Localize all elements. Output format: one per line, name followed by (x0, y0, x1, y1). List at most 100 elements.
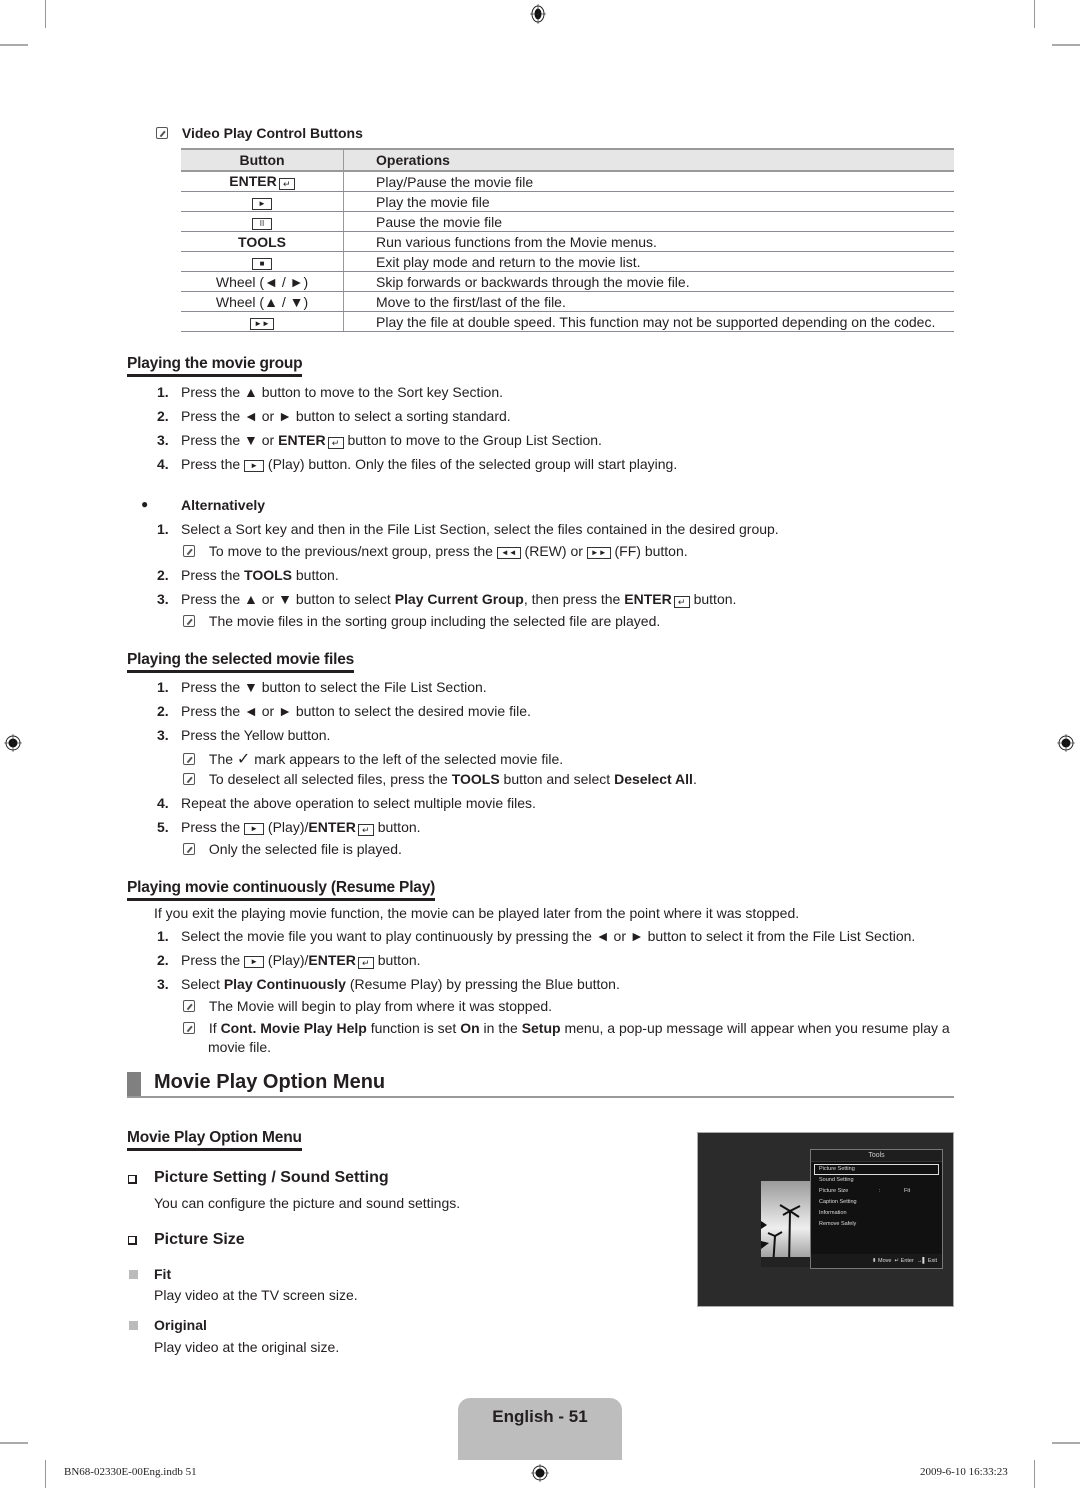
tools-menu-footer: ⬍ Move ↵ Enter →▌ Exit (811, 1254, 942, 1268)
button-label: Wheel (▲ / ▼) (215, 293, 309, 310)
alt-step-2: Press the TOOLS button. (181, 567, 339, 583)
operation-cell: Play the movie file (343, 191, 954, 212)
enter-icon: ↵ (357, 957, 374, 969)
registration-mark-icon (4, 734, 22, 752)
note-icon (156, 127, 168, 139)
operation-cell: Pause the movie file (343, 211, 954, 232)
note-icon (183, 773, 195, 785)
menu-item-picture-setting[interactable]: Picture Setting (814, 1164, 939, 1175)
group-step-4: Press the ► (Play) button. Only the file… (181, 456, 678, 472)
page-number-tab: English - 51 (458, 1398, 622, 1460)
table-row: ►► Play the file at double speed. This fu… (181, 311, 954, 332)
button-cell: II (181, 211, 344, 232)
selected-step-1: Press the ▼ button to select the File Li… (181, 679, 487, 695)
enter-icon: ↵ (357, 824, 374, 836)
item-title-picture-sound: Picture Setting / Sound Setting (154, 1169, 389, 1186)
step-number: 2. (157, 952, 169, 968)
ff-button-icon: ►► (586, 547, 611, 559)
crop-mark (1052, 1442, 1080, 1444)
square-bullet-icon (129, 1270, 138, 1279)
button-cell: TOOLS (181, 231, 344, 252)
crop-mark (1052, 44, 1080, 46)
menu-item-picture-size[interactable]: Picture Size : Fit (814, 1186, 939, 1197)
resume-note-1: The Movie will begin to play from where … (183, 998, 552, 1014)
registration-mark-icon (531, 1464, 549, 1482)
option-original-desc: Play video at the original size. (154, 1339, 340, 1355)
table-row: ■ Exit play mode and return to the movie … (181, 251, 954, 272)
operation-cell: Play/Pause the movie file (343, 171, 954, 192)
page-label: English - 51 (492, 1407, 588, 1426)
selected-note-3: Only the selected file is played. (183, 841, 402, 857)
table-row: Wheel (▲ / ▼) Move to the first/last of t… (181, 291, 954, 312)
button-cell: ENTER ↵ (181, 171, 344, 192)
button-label: Wheel (◄ / ►) (215, 273, 309, 290)
resume-step-1: Select the movie file you want to play c… (181, 928, 916, 944)
tools-menu-title: Tools (811, 1150, 942, 1162)
menu-item-caption-setting[interactable]: Caption Setting (814, 1197, 939, 1208)
remote-button-icon: ■ (252, 257, 272, 270)
bullet-icon: ● (141, 497, 149, 511)
crop-mark (1034, 1460, 1035, 1488)
button-cell: Wheel (◄ / ►) (181, 271, 344, 292)
control-buttons-table: Button Operations ENTER ↵ Play/Pause the m… (181, 148, 954, 332)
button-cell: ■ (181, 251, 344, 272)
play-button-icon: ► (244, 956, 265, 968)
note-icon (183, 753, 195, 765)
button-cell: ►► (181, 311, 344, 332)
step-number: 4. (157, 795, 169, 811)
table-row: TOOLS Run various functions from the Movi… (181, 231, 954, 252)
table-row: II Pause the movie file (181, 211, 954, 232)
option-original-label: Original (154, 1317, 207, 1333)
exit-icon: →▌ (916, 1258, 927, 1264)
step-number: 5. (157, 819, 169, 835)
option-fit-desc: Play video at the TV screen size. (154, 1287, 358, 1303)
step-number: 1. (157, 521, 169, 537)
section-title-selected-files: Playing the selected movie files (127, 651, 354, 673)
checkmark-icon: ✓ (236, 751, 251, 768)
operation-cell: Move to the first/last of the file. (343, 291, 954, 312)
step-number: 1. (157, 928, 169, 944)
tools-menu: Tools Picture Setting Sound Setting Pict… (810, 1149, 943, 1269)
enter-icon: ↵ (278, 178, 295, 190)
item-desc-picture-sound: You can configure the picture and sound … (154, 1195, 461, 1211)
crop-mark (0, 44, 28, 46)
registration-mark-icon (1057, 734, 1075, 752)
move-icon: ⬍ (871, 1258, 877, 1264)
menu-item-remove-safely[interactable]: Remove Safely (814, 1219, 939, 1230)
remote-button-icon: II (252, 217, 272, 230)
play-button-icon: ► (244, 460, 265, 472)
step-number: 3. (157, 432, 169, 448)
footer-datetime: 2009-6-10 16:33:23 (920, 1466, 1008, 1478)
crop-mark (1034, 0, 1035, 28)
checkbox-bullet-icon (128, 1236, 137, 1245)
button-cell: ► (181, 191, 344, 212)
remote-button-icon: ►► (250, 317, 274, 330)
button-cell: Wheel (▲ / ▼) (181, 291, 344, 312)
menu-item-sound-setting[interactable]: Sound Setting (814, 1175, 939, 1186)
step-number: 2. (157, 567, 169, 583)
resume-note-2-cont: movie file. (208, 1039, 272, 1055)
operation-cell: Run various functions from the Movie men… (343, 231, 954, 252)
resume-step-2: Press the ► (Play)/ENTER ↵ button. (181, 952, 421, 969)
resume-intro: If you exit the playing movie function, … (154, 905, 800, 921)
crop-mark (45, 0, 46, 28)
selected-step-3: Press the Yellow button. (181, 727, 331, 743)
tv-screenshot: Tools Picture Setting Sound Setting Pict… (697, 1132, 954, 1307)
table-row: Wheel (◄ / ►) Skip forwards or backwards … (181, 271, 954, 292)
selected-step-4: Repeat the above operation to select mul… (181, 795, 536, 811)
registration-mark-icon (530, 4, 546, 24)
operation-cell: Skip forwards or backwards through the m… (343, 271, 954, 292)
section-title-movie-group: Playing the movie group (127, 355, 303, 377)
note-icon (183, 615, 195, 627)
remote-button-icon: ► (252, 197, 272, 210)
menu-item-information[interactable]: Information (814, 1208, 939, 1219)
selected-step-2: Press the ◄ or ► button to select the de… (181, 703, 531, 719)
section-marker (127, 1072, 141, 1098)
resume-note-2: If Cont. Movie Play Help function is set… (183, 1020, 950, 1036)
section-title-resume-play: Playing movie continuously (Resume Play) (127, 879, 435, 901)
step-number: 3. (157, 727, 169, 743)
alt-step-1: Select a Sort key and then in the File L… (181, 521, 779, 537)
note-icon (183, 1000, 195, 1012)
option-fit-label: Fit (154, 1266, 172, 1282)
step-number: 2. (157, 703, 169, 719)
